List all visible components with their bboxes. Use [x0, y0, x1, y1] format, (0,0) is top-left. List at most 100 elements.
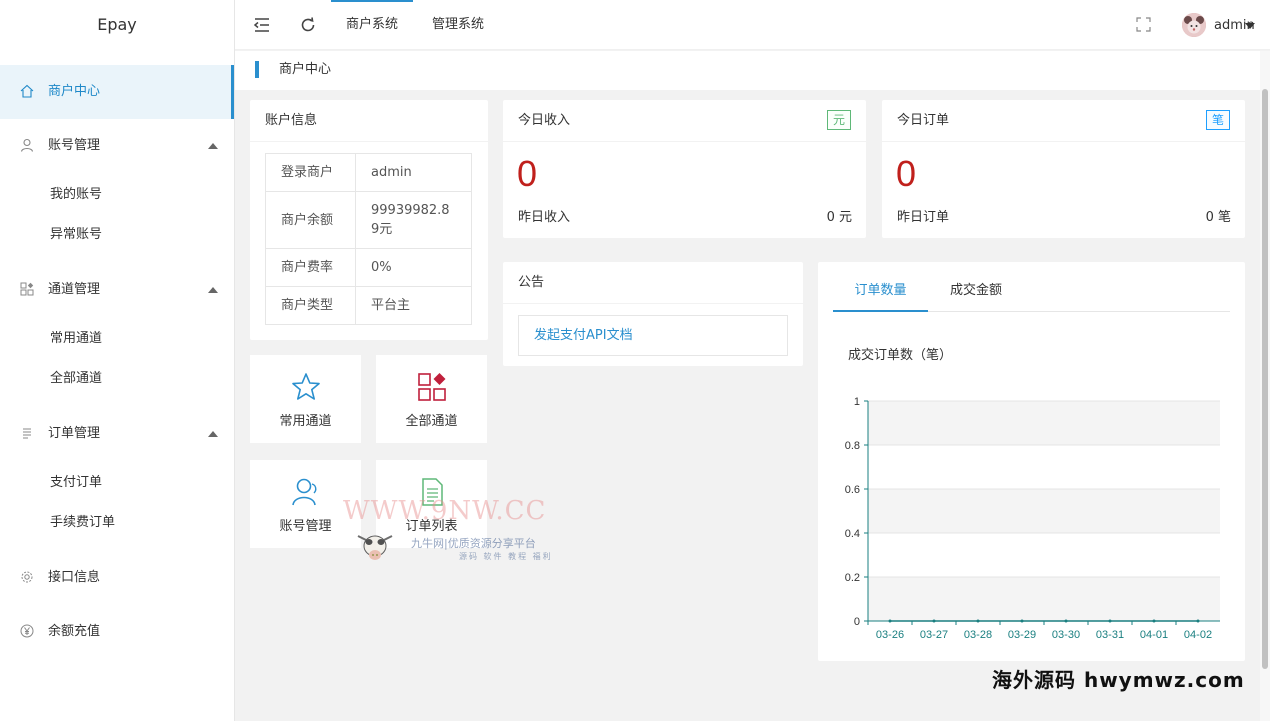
quick-link-label: 常用通道	[279, 414, 332, 429]
today-income-value: 0	[517, 153, 538, 194]
chart-y-tick-label: 0.4	[845, 528, 860, 540]
sidebar-item-channel-management[interactable]: 通道管理	[0, 263, 234, 317]
avatar-image	[1182, 13, 1206, 37]
caret-down-icon[interactable]	[1245, 23, 1255, 29]
chart-card: 订单数量 成交金额 成交订单数（笔） 0 0.2 0.4 0.6 0.8 1 03-26 03…	[818, 262, 1245, 661]
chart-x-tick-label: 03-28	[964, 629, 992, 641]
sidebar-item-label: 订单管理	[48, 426, 101, 441]
account-key: 商户余额	[265, 191, 356, 249]
chart-y-tick-label: 0.8	[845, 440, 860, 452]
sidebar-subitem-abnormal-account[interactable]: 异常账号	[0, 215, 234, 255]
watermark-footer: 海外源码 hwymwz.com	[992, 668, 1245, 692]
sidebar-item-balance-recharge[interactable]: 余额充值	[0, 605, 234, 659]
today-income-card: 今日收入 元 0 昨日收入 0 元	[503, 100, 866, 238]
account-info-card: 账户信息 登录商户 admin 商户余额 99939982.89元 商户费率 0…	[250, 100, 488, 340]
chart-y-tick-label: 0	[854, 616, 860, 628]
yesterday-orders-label: 昨日订单	[897, 210, 950, 225]
account-key: 商户费率	[265, 248, 356, 287]
table-row: 登录商户 admin	[265, 153, 472, 192]
account-key: 登录商户	[265, 153, 356, 192]
sidebar-item-label: 商户中心	[48, 84, 101, 99]
chart-point	[1152, 619, 1156, 623]
chart-x-tick-label: 03-30	[1052, 629, 1080, 641]
submenu-channel: 常用通道 全部通道	[0, 317, 234, 407]
chevron-up-icon	[208, 143, 218, 149]
sidebar-menu: 商户中心 账号管理 我的账号 异常账号 通道管理 常用通道 全部通道 订单管理 …	[0, 65, 234, 659]
sidebar-item-label: 通道管理	[48, 282, 101, 297]
account-key: 商户类型	[265, 286, 356, 325]
tab-merchant-system[interactable]: 商户系统	[330, 0, 414, 50]
account-info-title: 账户信息	[250, 100, 488, 142]
notice-title: 公告	[503, 262, 803, 304]
refresh-icon[interactable]	[299, 16, 317, 34]
submenu-account: 我的账号 异常账号	[0, 173, 234, 263]
sidebar-subitem-all-channels[interactable]: 全部通道	[0, 359, 234, 399]
notice-card: 公告 发起支付API文档	[503, 262, 803, 366]
star-icon	[292, 373, 320, 400]
menu-collapse-icon[interactable]	[253, 16, 271, 34]
chevron-up-icon	[208, 431, 218, 437]
chart-point	[1196, 619, 1200, 623]
sidebar-subitem-fee-orders[interactable]: 手续费订单	[0, 503, 234, 543]
list-icon	[23, 428, 31, 439]
quick-link-all-channels[interactable]: 全部通道	[376, 355, 487, 443]
gear-icon	[21, 571, 33, 583]
api-doc-link[interactable]: 发起支付API文档	[518, 315, 788, 356]
chart-x-tick-label: 04-02	[1184, 629, 1212, 641]
account-value: 平台主	[355, 286, 472, 325]
chart-x-tick-label: 04-01	[1140, 629, 1168, 641]
fullscreen-icon[interactable]	[1136, 17, 1151, 32]
app-logo: Epay	[97, 15, 137, 34]
chart-y-tick-label: 1	[854, 396, 860, 408]
top-header: 商户系统 管理系统 admin	[235, 0, 1270, 50]
chart-grid-band	[868, 577, 1220, 621]
user-icon	[292, 478, 317, 506]
account-value: 0%	[355, 248, 472, 287]
avatar[interactable]	[1182, 13, 1206, 37]
today-orders-title: 今日订单 笔	[882, 100, 1245, 142]
scrollbar[interactable]	[1260, 51, 1270, 721]
sidebar-item-label: 接口信息	[48, 570, 101, 585]
table-row: 商户余额 99939982.89元	[265, 191, 472, 249]
chart-x-tick-label: 03-26	[876, 629, 904, 641]
today-orders-card: 今日订单 笔 0 昨日订单 0 笔	[882, 100, 1245, 238]
sidebar-item-order-management[interactable]: 订单管理	[0, 407, 234, 461]
sidebar-subitem-payment-orders[interactable]: 支付订单	[0, 463, 234, 503]
chart-point	[976, 619, 980, 623]
home-icon	[20, 84, 34, 98]
chart-grid-band	[868, 401, 1220, 445]
chevron-up-icon	[208, 287, 218, 293]
chart-point	[932, 619, 936, 623]
chart-x-tick-label: 03-27	[920, 629, 948, 641]
today-income-label: 今日收入	[518, 113, 571, 128]
sidebar-item-label: 账号管理	[48, 138, 101, 153]
account-value: admin	[355, 153, 472, 192]
sidebar: Epay 商户中心 账号管理 我的账号 异常账号 通道管理 常用通道 全部通道 …	[0, 0, 235, 721]
apps-icon	[20, 282, 34, 296]
account-info-table: 登录商户 admin 商户余额 99939982.89元 商户费率 0% 商户类…	[265, 153, 472, 325]
sidebar-item-account-management[interactable]: 账号管理	[0, 119, 234, 173]
tab-admin-system[interactable]: 管理系统	[432, 0, 484, 50]
sidebar-item-api-info[interactable]: 接口信息	[0, 551, 234, 605]
user-icon	[20, 138, 34, 152]
today-orders-label: 今日订单	[897, 113, 950, 128]
chart-x-tick-label: 03-31	[1096, 629, 1124, 641]
chart-grid-band	[868, 489, 1220, 533]
breadcrumb-marker	[255, 61, 259, 78]
sidebar-subitem-common-channels[interactable]: 常用通道	[0, 319, 234, 359]
chart-point	[1108, 619, 1112, 623]
apps-icon	[418, 373, 446, 401]
submenu-orders: 支付订单 手续费订单	[0, 461, 234, 551]
watermark-tags: 源码 软件 教程 福利	[459, 552, 553, 561]
sidebar-subitem-my-account[interactable]: 我的账号	[0, 175, 234, 215]
watermark-brand: 九牛网|优质资源分享平台	[411, 537, 536, 550]
sidebar-item-merchant-center[interactable]: 商户中心	[0, 65, 234, 119]
scrollbar-thumb[interactable]	[1262, 89, 1268, 669]
chart-point	[1064, 619, 1068, 623]
sidebar-item-label: 余额充值	[48, 624, 101, 639]
table-row: 商户类型 平台主	[265, 286, 472, 325]
chart-y-tick-label: 0.2	[845, 572, 860, 584]
cow-logo-icon	[357, 535, 393, 560]
chart-point	[888, 619, 892, 623]
quick-link-common-channels[interactable]: 常用通道	[250, 355, 361, 443]
